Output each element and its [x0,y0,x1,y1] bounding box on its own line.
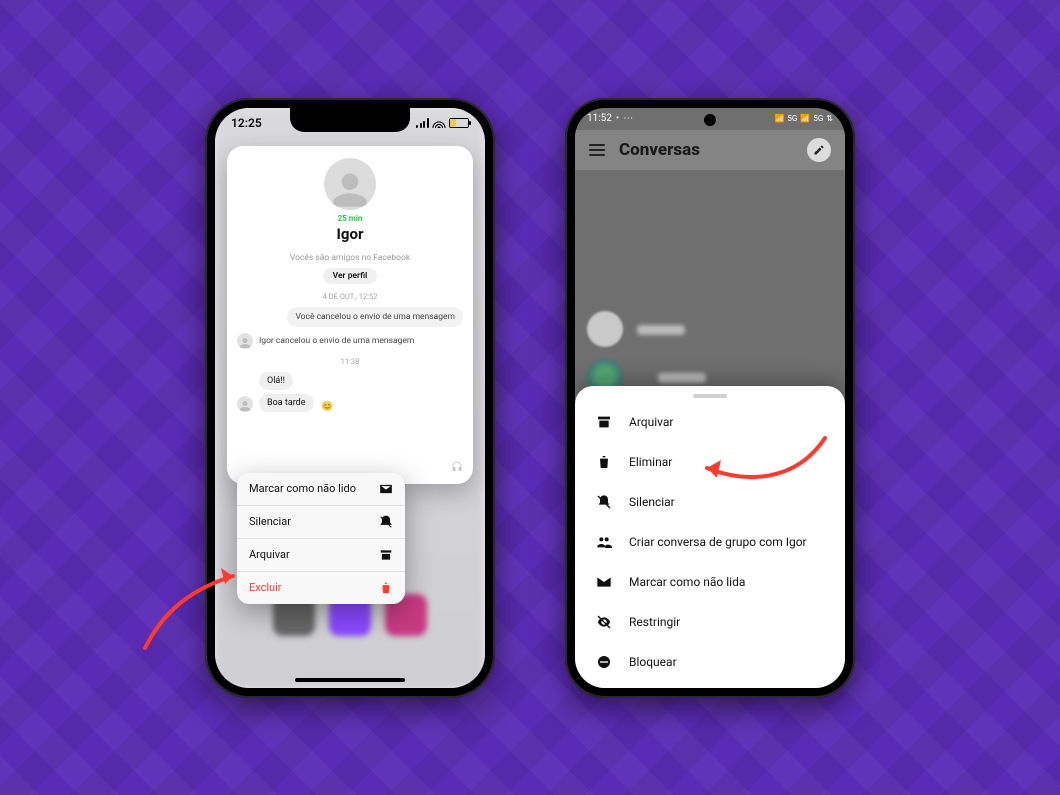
archive-icon [379,548,393,562]
trash-icon [595,453,613,471]
menu-label: Arquivar [249,548,290,561]
sheet-label: Restringir [629,615,680,629]
menu-mark-unread[interactable]: Marcar como não lido [237,473,405,506]
menu-label: Marcar como não lido [249,482,356,495]
conversation-preview[interactable]: 25 min Igor Vocês são amigos no Facebook… [227,146,473,484]
android-mockup: 11:52 • ⋯ 📶 5G 📶 5G ⇅ Conversas [565,98,855,698]
system-message: Você cancelou o envio de uma mensagem [287,307,463,327]
block-icon [595,653,613,671]
headset-icon [451,461,463,476]
sheet-grabber[interactable] [693,394,727,398]
sheet-create-group[interactable]: Criar conversa de grupo com Igor [575,522,845,562]
system-message-row: Igor cancelou o envio de uma mensagem [237,333,463,349]
contact-avatar [587,311,623,347]
timestamp: 11:38 [341,357,360,366]
status-time: 11:52 [587,113,612,124]
mail-icon [379,482,393,496]
sheet-restrict[interactable]: Restringir [575,602,845,642]
hamburger-menu-button[interactable] [589,144,605,156]
network-label: 5G [787,114,797,123]
bell-off-icon [595,493,613,511]
android-screen: 11:52 • ⋯ 📶 5G 📶 5G ⇅ Conversas [575,108,845,688]
signal-icon: 📶 [774,114,784,123]
menu-delete[interactable]: Excluir [237,572,405,604]
signal-icon: 📶 [800,114,810,123]
message-thread: Olá!! Boa tarde 😊 [237,372,463,412]
message-bubble: Olá!! [259,372,293,390]
sheet-label: Marcar como não lida [629,575,745,589]
sheet-block[interactable]: Bloquear [575,642,845,682]
tutorial-comparison: 12:25 25 min Igor Vocês são amigos no Fa… [0,0,1060,795]
contact-avatar [324,158,376,210]
status-indicators [416,118,469,128]
restrict-icon [595,613,613,631]
app-header: Conversas [575,130,845,170]
cellular-icon [416,118,429,128]
iphone-screen: 12:25 25 min Igor Vocês são amigos no Fa… [215,108,485,688]
status-time: 12:25 [231,116,262,130]
menu-mute[interactable]: Silenciar [237,506,405,539]
contact-name: Igor [337,225,364,243]
person-icon [330,170,370,210]
pencil-icon [813,144,825,156]
friends-subtitle: Vocês são amigos no Facebook [290,253,410,263]
trash-icon [379,581,393,595]
reaction-emoji: 😊 [322,402,333,412]
home-indicator[interactable] [295,678,405,682]
sheet-delete[interactable]: Eliminar [575,442,845,482]
bottom-sheet: Arquivar Eliminar Silenciar Criar conver… [575,386,845,688]
sheet-label: Silenciar [629,495,675,509]
menu-label: Silenciar [249,515,291,528]
iphone-mockup: 12:25 25 min Igor Vocês são amigos no Fa… [205,98,495,698]
sheet-archive[interactable]: Arquivar [575,402,845,442]
sheet-label: Criar conversa de grupo com Igor [629,535,807,549]
sheet-mark-unread[interactable]: Marcar como não lida [575,562,845,602]
notification-dot-icon: • [616,113,619,124]
wifi-icon [432,118,446,128]
mail-icon [595,573,613,591]
timestamp: 4 DE OUT., 12:52 [323,292,378,301]
compose-button[interactable] [807,138,831,162]
mini-avatar [237,333,253,349]
sheet-label: Arquivar [629,415,673,429]
context-menu: Marcar como não lido Silenciar Arquivar … [237,473,405,604]
more-notifications-icon: ⋯ [623,113,633,124]
group-icon [595,533,613,551]
iphone-notch [290,108,410,132]
system-message-text: Igor cancelou o envio de uma mensagem [259,336,414,346]
page-title: Conversas [619,140,700,160]
sheet-mute[interactable]: Silenciar [575,482,845,522]
bell-off-icon [379,515,393,529]
mini-avatar [237,396,253,412]
network-label: 5G [813,114,823,123]
active-badge: 25 min [338,214,363,223]
battery-icon [449,118,469,128]
data-icon: ⇅ [826,114,833,123]
message-bubble: Boa tarde [259,394,314,412]
view-profile-button[interactable]: Ver perfil [323,268,378,284]
sheet-label: Bloquear [629,655,677,669]
menu-label: Excluir [249,581,282,594]
camera-punch-hole [704,114,716,126]
menu-archive[interactable]: Arquivar [237,539,405,572]
archive-icon [595,413,613,431]
sheet-label: Eliminar [629,455,672,469]
